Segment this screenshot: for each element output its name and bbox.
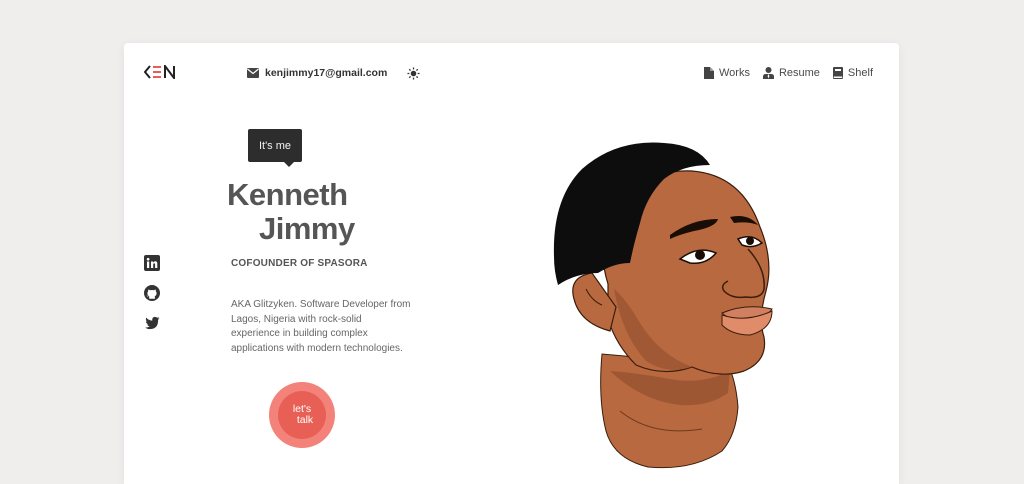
nav-shelf[interactable]: Shelf (832, 67, 873, 79)
email-text: kenjimmy17@gmail.com (265, 67, 388, 79)
sun-icon[interactable] (407, 67, 420, 80)
lets-talk-inner: let's talk (278, 391, 326, 439)
envelope-icon (247, 68, 259, 78)
main-card: kenjimmy17@gmail.com Works Resume Shelf … (124, 43, 899, 484)
nav-works[interactable]: Works (703, 67, 750, 79)
nav-resume[interactable]: Resume (762, 67, 820, 79)
user-tie-icon (762, 67, 774, 79)
bio-text: AKA Glitzyken. Software Developer from L… (231, 299, 411, 354)
file-icon (703, 67, 714, 79)
role-title: COFOUNDER OF SPASORA (231, 258, 368, 269)
nav-shelf-label: Shelf (847, 67, 873, 79)
nav-works-label: Works (718, 67, 750, 79)
nav-resume-label: Resume (778, 67, 820, 79)
lets-talk-line2: talk (296, 414, 314, 426)
linkedin-icon[interactable] (144, 255, 160, 271)
portrait-illustration (553, 142, 773, 469)
top-nav: Works Resume Shelf (703, 67, 873, 79)
github-icon[interactable] (144, 285, 160, 301)
twitter-icon[interactable] (144, 315, 160, 331)
first-name: Kenneth (227, 177, 348, 212)
email-link[interactable]: kenjimmy17@gmail.com (247, 67, 387, 79)
lets-talk-button[interactable]: let's talk (269, 382, 335, 448)
its-me-tooltip: It's me (248, 129, 302, 167)
social-links (144, 255, 160, 331)
last-name: Jimmy (259, 211, 355, 246)
ken-logo[interactable] (144, 65, 176, 79)
book-icon (832, 67, 843, 79)
